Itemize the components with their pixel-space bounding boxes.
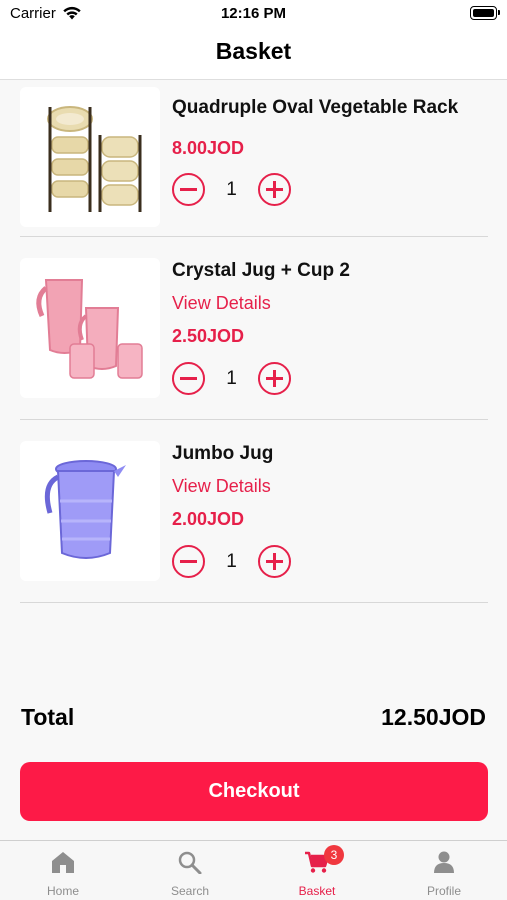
decrease-quantity-button[interactable] bbox=[172, 173, 205, 206]
product-name[interactable]: Jumbo Jug bbox=[172, 443, 273, 465]
product-price: 2.00JOD bbox=[172, 509, 245, 529]
increase-quantity-button[interactable] bbox=[258, 173, 291, 206]
quantity-value: 1 bbox=[226, 368, 237, 389]
checkout-button[interactable]: Checkout bbox=[20, 762, 488, 821]
total-label: Total bbox=[21, 704, 75, 730]
tab-basket-label: Basket bbox=[298, 884, 336, 898]
product-name[interactable]: Crystal Jug + Cup 2 bbox=[172, 260, 350, 282]
decrease-quantity-button[interactable] bbox=[172, 545, 205, 578]
tab-basket[interactable]: 3 Basket bbox=[254, 841, 380, 900]
basket-item[interactable]: Jumbo Jug View Details 2.00JOD 1 bbox=[20, 420, 488, 603]
view-details-link[interactable]: View Details bbox=[172, 293, 271, 314]
product-thumbnail-pink-jug-cups[interactable] bbox=[20, 258, 160, 398]
product-price: 8.00JOD bbox=[172, 138, 245, 158]
basket-item[interactable]: Quadruple Oval Vegetable Rack 8.00JOD 1 bbox=[20, 81, 488, 237]
quantity-value: 1 bbox=[226, 551, 237, 572]
tab-bar: Home Search 3 Basket Profile bbox=[0, 840, 507, 900]
tab-home-label: Home bbox=[46, 884, 79, 898]
cart-count-badge: 3 bbox=[324, 845, 344, 865]
view-details-link[interactable]: View Details bbox=[172, 476, 271, 497]
total-value: 12.50JOD bbox=[381, 704, 486, 730]
vegetable-rack-image bbox=[47, 106, 142, 212]
search-icon bbox=[178, 851, 202, 874]
quantity-stepper: 1 bbox=[172, 173, 296, 209]
pink-jug-image bbox=[36, 279, 143, 379]
product-thumbnail-purple-jug[interactable] bbox=[20, 441, 160, 581]
quantity-stepper: 1 bbox=[172, 362, 296, 398]
product-price: 2.50JOD bbox=[172, 326, 245, 346]
basket-item[interactable]: Crystal Jug + Cup 2 View Details 2.50JOD… bbox=[20, 237, 488, 420]
increase-quantity-button[interactable] bbox=[258, 362, 291, 395]
status-time: 12:16 PM bbox=[220, 5, 287, 22]
tab-profile[interactable]: Profile bbox=[381, 841, 507, 900]
tab-search[interactable]: Search bbox=[127, 841, 253, 900]
decrease-quantity-button[interactable] bbox=[172, 362, 205, 395]
quantity-value: 1 bbox=[226, 179, 237, 200]
tab-profile-label: Profile bbox=[426, 884, 461, 898]
status-bar: Carrier 12:16 PM bbox=[0, 0, 507, 30]
tab-home[interactable]: Home bbox=[0, 841, 126, 900]
person-icon bbox=[434, 851, 454, 873]
page-title: Basket bbox=[215, 38, 292, 64]
increase-quantity-button[interactable] bbox=[258, 545, 291, 578]
home-icon bbox=[52, 852, 74, 873]
quantity-stepper: 1 bbox=[172, 545, 296, 581]
product-thumbnail-vegetable-rack[interactable] bbox=[20, 87, 160, 227]
purple-jug-image bbox=[44, 460, 126, 559]
navigation-bar: Basket bbox=[0, 30, 507, 80]
basket-list[interactable]: Quadruple Oval Vegetable Rack 8.00JOD 1 … bbox=[0, 81, 507, 641]
tab-search-label: Search bbox=[170, 884, 210, 898]
product-name[interactable]: Quadruple Oval Vegetable Rack bbox=[172, 97, 458, 119]
battery-icon bbox=[470, 6, 500, 20]
